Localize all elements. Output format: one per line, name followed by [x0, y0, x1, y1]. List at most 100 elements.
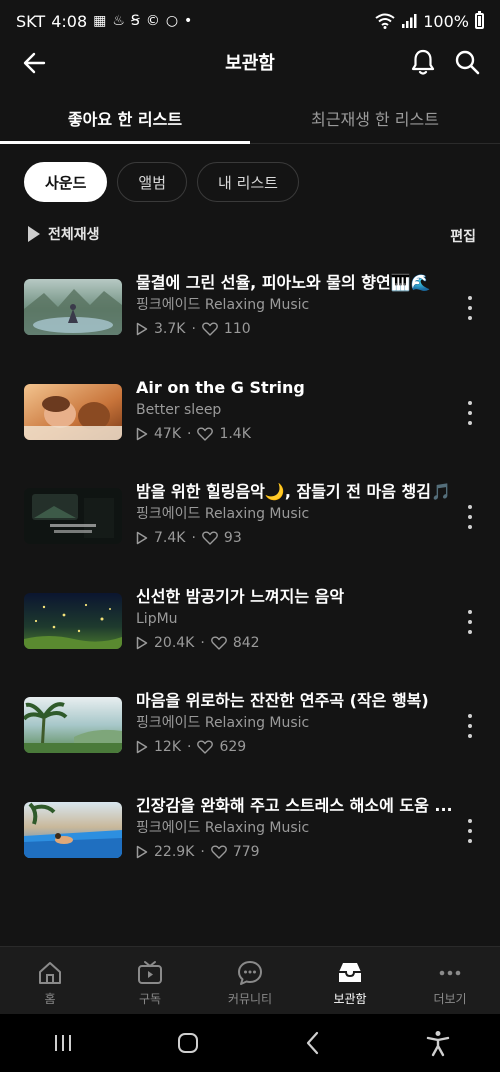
list-item[interactable]: 신선한 밤공기가 느껴지는 음악 LipMu 20.4K · 842 — [0, 578, 500, 683]
bell-icon[interactable] — [410, 48, 436, 76]
notification-calendar-icon: ▦ — [93, 13, 107, 29]
play-icon — [28, 226, 40, 242]
notification-app-icon: ♨ — [112, 13, 125, 29]
notification-circle-icon: ○ — [165, 13, 179, 29]
like-count: 110 — [223, 321, 251, 337]
nav-home[interactable]: 홈 — [0, 947, 100, 1014]
play-count-icon — [136, 531, 148, 545]
play-all-button[interactable]: 전체재생 — [28, 224, 100, 244]
play-count: 7.4K — [154, 530, 186, 547]
track-title: 마음을 위로하는 잔잔한 연주곡 (작은 행복) — [136, 691, 429, 711]
community-icon — [238, 961, 262, 985]
signal-icon — [402, 14, 417, 28]
more-options-icon[interactable] — [466, 505, 474, 530]
nav-more-label: 더보기 — [433, 992, 467, 1006]
track-artist: 핑크에이드 Relaxing Music — [136, 297, 310, 313]
heart-icon — [197, 740, 214, 755]
nav-library-label: 보관함 — [333, 992, 367, 1006]
track-artist: Better sleep — [136, 401, 222, 418]
nav-subscription[interactable]: 구독 — [100, 947, 200, 1014]
list-item[interactable]: 긴장감을 완화해 주고 스트레스 해소에 도움 ... 핑크에이드 Relaxi… — [0, 787, 500, 892]
more-options-icon[interactable] — [466, 818, 474, 843]
bottom-navigation: 홈 구독 커뮤니티 보관함 더보기 — [0, 946, 500, 1014]
play-count: 12K — [154, 739, 181, 756]
track-title: 신선한 밤공기가 느껴지는 음악 — [136, 586, 345, 606]
carrier-label: SKT — [16, 11, 46, 31]
chip-sound[interactable]: 사운드 — [24, 162, 108, 202]
play-count-icon — [136, 636, 148, 650]
play-count-icon — [136, 322, 148, 336]
play-count: 47K — [154, 425, 181, 442]
list-item[interactable]: 물결에 그린 선율, 피아노와 물의 향연🎹🌊 핑크에이드 Relaxing M… — [0, 264, 500, 369]
list-item[interactable]: Air on the G String Better sleep 47K · 1… — [0, 369, 500, 474]
track-thumbnail — [24, 592, 122, 649]
track-thumbnail — [24, 279, 122, 335]
back-arrow-icon[interactable] — [22, 50, 48, 76]
like-count: 1.4K — [219, 425, 251, 442]
track-artist: 핑크에이드 Relaxing Music — [136, 819, 310, 836]
tab-recent-list[interactable]: 최근재생 한 리스트 — [250, 92, 500, 143]
nav-community[interactable]: 커뮤니티 — [200, 947, 300, 1014]
nav-library[interactable]: 보관함 — [300, 947, 400, 1014]
subscription-icon — [138, 961, 162, 984]
more-options-icon[interactable] — [466, 609, 474, 634]
home-icon — [39, 962, 61, 984]
track-title: Air on the G String — [136, 377, 305, 397]
track-title: 물결에 그린 선율, 피아노와 물의 향연🎹🌊 — [136, 273, 431, 292]
list-item[interactable]: 마음을 위로하는 잔잔한 연주곡 (작은 행복) 핑크에이드 Relaxing … — [0, 682, 500, 787]
like-count: 842 — [232, 634, 260, 651]
system-back-icon[interactable] — [299, 1029, 327, 1057]
battery-percent: 100% — [423, 11, 469, 31]
heart-icon — [202, 531, 218, 545]
track-artist: 핑크에이드 Relaxing Music — [136, 506, 310, 523]
track-title: 밤을 위한 힐링음악🌙, 잠들기 전 마음 챙김🎵 — [136, 482, 451, 502]
recent-apps-icon[interactable] — [49, 1029, 77, 1057]
clock: 4:08 — [51, 11, 88, 31]
nav-more[interactable]: 더보기 — [400, 947, 500, 1014]
like-count: 93 — [223, 530, 242, 547]
notification-c-icon: © — [145, 13, 160, 29]
more-options-icon[interactable] — [466, 400, 474, 425]
list-item[interactable]: 밤을 위한 힐링음악🌙, 잠들기 전 마음 챙김🎵 핑크에이드 Relaxing… — [0, 473, 500, 578]
track-title: 긴장감을 완화해 주고 스트레스 해소에 도움 ... — [136, 795, 453, 815]
search-icon[interactable] — [454, 49, 480, 75]
chip-album[interactable]: 앨범 — [117, 162, 188, 202]
battery-icon — [475, 11, 484, 29]
library-icon — [339, 963, 361, 982]
nav-community-label: 커뮤니티 — [227, 992, 273, 1006]
track-thumbnail — [24, 383, 122, 440]
heart-icon — [202, 322, 218, 336]
more-options-icon[interactable] — [466, 714, 474, 739]
liked-track-list: 물결에 그린 선율, 피아노와 물의 향연🎹🌊 핑크에이드 Relaxing M… — [0, 264, 500, 892]
more-options-icon[interactable] — [466, 296, 474, 320]
track-thumbnail — [24, 697, 122, 754]
wifi-icon — [375, 13, 395, 29]
track-artist: 핑크에이드 Relaxing Music — [136, 715, 310, 732]
nav-subscription-label: 구독 — [138, 992, 162, 1006]
library-tabs: 좋아요 한 리스트 최근재생 한 리스트 — [0, 92, 500, 144]
tab-liked-list[interactable]: 좋아요 한 리스트 — [0, 92, 250, 144]
home-button-icon[interactable] — [174, 1029, 202, 1057]
accessibility-icon[interactable] — [424, 1029, 452, 1057]
app-header: 보관함 — [0, 42, 500, 82]
notification-dot: • — [184, 13, 193, 29]
track-artist: LipMu — [136, 610, 178, 627]
status-bar: SKT 4:08 ▦ ♨ Ꞩ © ○ • 100% — [0, 0, 500, 42]
chip-my-list[interactable]: 내 리스트 — [197, 162, 299, 202]
play-all-label: 전체재생 — [48, 227, 100, 243]
edit-button[interactable]: 편집 — [450, 226, 476, 246]
nav-home-label: 홈 — [44, 992, 56, 1006]
track-thumbnail — [24, 801, 122, 858]
like-count: 779 — [232, 843, 260, 860]
play-count: 3.7K — [154, 321, 186, 337]
notification-s-icon: Ꞩ — [130, 13, 140, 29]
like-count: 629 — [219, 739, 247, 756]
heart-icon — [210, 636, 227, 650]
heart-icon — [210, 845, 227, 859]
play-count-icon — [136, 427, 148, 440]
filter-chips: 사운드 앨범 내 리스트 — [24, 162, 299, 202]
play-count: 22.9K — [154, 843, 195, 860]
heart-icon — [197, 427, 214, 441]
play-count-icon — [136, 741, 148, 754]
play-count: 20.4K — [154, 634, 195, 651]
